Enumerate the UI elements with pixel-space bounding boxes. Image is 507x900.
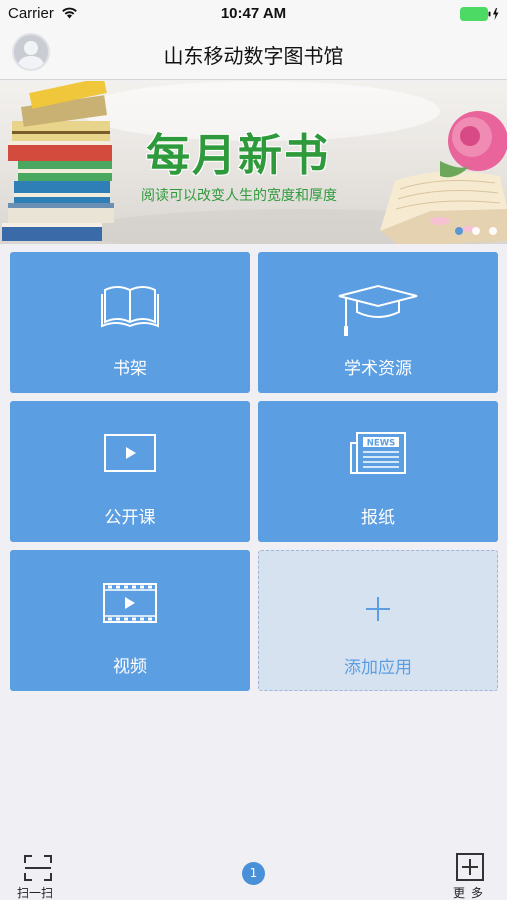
- graduation-cap-icon: [258, 282, 498, 336]
- carousel-indicator: [455, 227, 497, 235]
- scan-label: 扫一扫: [17, 886, 54, 900]
- banner-carousel[interactable]: 每月新书 阅读可以改变人生的宽度和厚度: [0, 81, 507, 244]
- carousel-dot-1[interactable]: [455, 227, 463, 235]
- play-screen-icon: [10, 431, 250, 481]
- tile-label: 添加应用: [344, 658, 412, 678]
- banner-title: 每月新书: [146, 130, 330, 181]
- bottom-toolbar: 扫一扫 1 更多: [0, 846, 507, 900]
- tile-add-app[interactable]: 添加应用: [258, 550, 498, 691]
- tile-label: 书架: [113, 359, 147, 379]
- more-label: 更多: [453, 886, 490, 900]
- carousel-dot-2[interactable]: [472, 227, 480, 235]
- tile-bookshelf[interactable]: 书架: [10, 252, 250, 393]
- nav-bar: 山东移动数字图书馆: [0, 28, 507, 80]
- tile-video[interactable]: 视频: [10, 550, 250, 691]
- tile-label: 视频: [113, 657, 147, 677]
- banner-subtitle: 阅读可以改变人生的宽度和厚度: [141, 188, 337, 204]
- carousel-dot-3[interactable]: [489, 227, 497, 235]
- status-bar: Carrier 10:47 AM: [0, 0, 507, 28]
- tile-open-course[interactable]: 公开课: [10, 401, 250, 542]
- book-open-icon: [10, 282, 250, 332]
- scan-icon: [24, 855, 52, 881]
- tile-label: 公开课: [104, 508, 156, 528]
- film-icon: [10, 580, 250, 630]
- tile-academic-resources[interactable]: 学术资源: [258, 252, 498, 393]
- open-book-rose-icon: [380, 111, 507, 244]
- svg-text:NEWS: NEWS: [367, 439, 395, 449]
- plus-icon: [259, 593, 497, 633]
- battery-icon: [460, 7, 499, 21]
- tile-label: 报纸: [361, 508, 395, 528]
- book-stack-icon: [2, 81, 114, 241]
- newspaper-icon: NEWS: [258, 431, 498, 481]
- page-indicator-badge[interactable]: 1: [242, 862, 265, 885]
- add-square-icon: [456, 853, 484, 881]
- page-title: 山东移动数字图书馆: [163, 44, 344, 68]
- status-time: 10:47 AM: [220, 5, 287, 22]
- tile-newspaper[interactable]: NEWS 报纸: [258, 401, 498, 542]
- tile-label: 学术资源: [344, 359, 412, 379]
